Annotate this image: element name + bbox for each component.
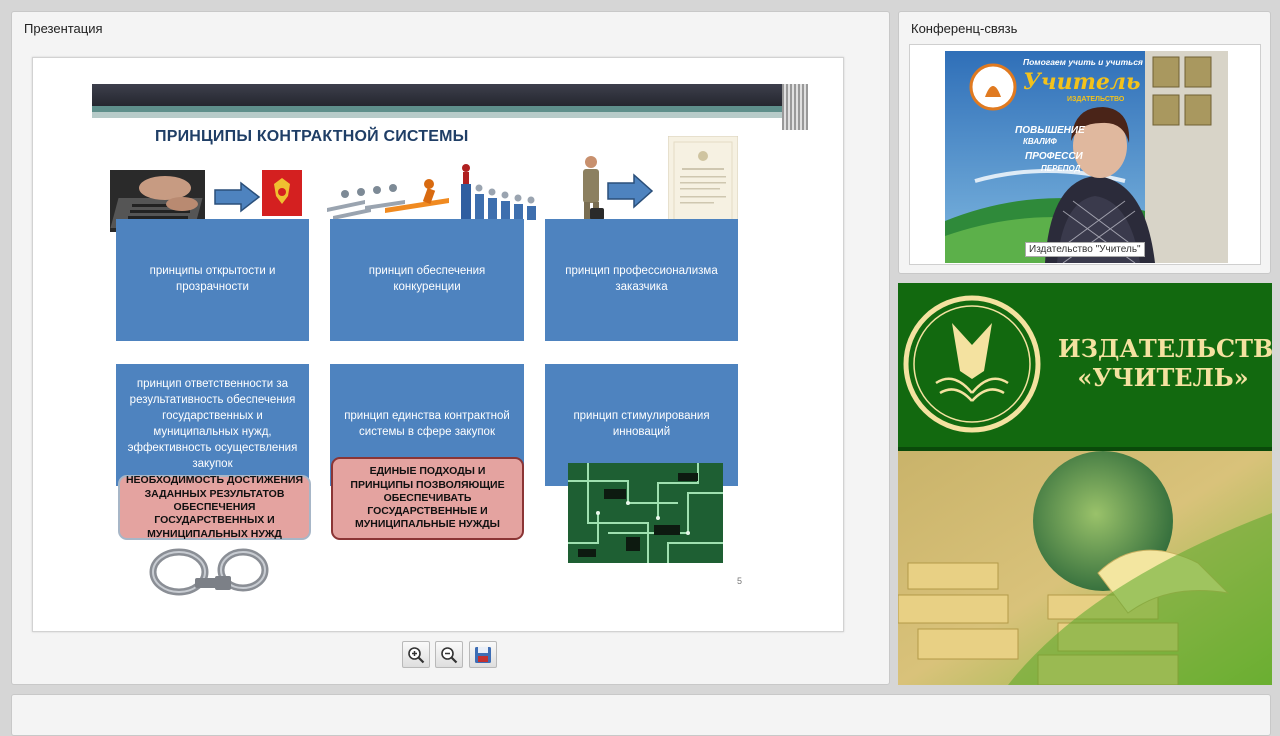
- presentation-panel: Презентация ПРИНЦИПЫ КОНТРАКТНОЙ СИСТЕМЫ: [11, 11, 890, 685]
- pink-box-unified-approaches: ЕДИНЫЕ ПОДХОДЫ И ПРИНЦИПЫ ПОЗВОЛЯЮЩИЕ ОБ…: [331, 457, 524, 540]
- bottom-panel: [11, 694, 1271, 736]
- backdrop-subtitle: ИЗДАТЕЛЬСТВО: [1067, 96, 1125, 103]
- banner-line1: ИЗДАТЕЛЬСТВО: [1058, 334, 1272, 363]
- circuit-board-image: [568, 463, 723, 563]
- competition-image: [327, 179, 449, 220]
- slide-header-fade: [782, 84, 808, 130]
- backdrop-item: ПРОФЕССИ: [1025, 151, 1083, 162]
- arrow-right-icon: [214, 181, 261, 213]
- slide-header-bar: [92, 84, 782, 106]
- zoom-out-button[interactable]: [435, 641, 463, 668]
- zoom-in-button[interactable]: [402, 641, 430, 668]
- banner-line2: «УЧИТЕЛЬ»: [1077, 362, 1249, 392]
- presentation-panel-title: Презентация: [24, 21, 103, 36]
- publisher-banner: ИЗДАТЕЛЬСТВО «УЧИТЕЛЬ»: [898, 283, 1272, 685]
- principle-box-openness: принципы открытости и прозрачности: [116, 219, 309, 341]
- banner-title: ИЗДАТЕЛЬСТВО «УЧИТЕЛЬ»: [1058, 334, 1272, 393]
- slide-page-number: 5: [737, 576, 743, 586]
- pink-box-results: НЕОБХОДИМОСТЬ ДОСТИЖЕНИЯ ЗАДАННЫХ РЕЗУЛЬ…: [118, 474, 311, 540]
- participant-name-label: Издательство "Учитель": [1025, 242, 1145, 257]
- slide-title: ПРИНЦИПЫ КОНТРАКТНОЙ СИСТЕМЫ: [155, 128, 469, 145]
- handcuffs-image: [149, 548, 269, 596]
- backdrop-item: КВАЛИФ: [1023, 137, 1057, 146]
- save-button[interactable]: [469, 641, 497, 668]
- principle-box-competition: принцип обеспечения конкуренции: [330, 219, 524, 341]
- video-feed[interactable]: Помогаем учить и учиться Учитель ИЗДАТЕЛ…: [945, 51, 1228, 263]
- conference-panel-title: Конференц-связь: [911, 21, 1018, 36]
- save-icon: [475, 646, 491, 663]
- backdrop-brand: Учитель: [1023, 69, 1141, 95]
- backdrop-item: ПЕРЕПОД: [1041, 164, 1081, 173]
- backdrop-slogan: Помогаем учить и учиться: [1023, 57, 1143, 67]
- video-frame: Помогаем учить и учиться Учитель ИЗДАТЕЛ…: [909, 44, 1261, 265]
- zoom-out-icon: [441, 646, 458, 663]
- arrow-right-icon: [607, 173, 654, 209]
- backdrop-item: ПОВЫШЕНИЕ: [1015, 125, 1085, 136]
- zoom-in-icon: [408, 646, 425, 663]
- slide: ПРИНЦИПЫ КОНТРАКТНОЙ СИСТЕМЫ принципы от…: [32, 57, 844, 632]
- principle-box-responsibility: принцип ответственности за результативно…: [116, 364, 309, 486]
- slide-header-accent-light: [92, 112, 782, 118]
- leader-bars-image: [461, 164, 536, 220]
- conference-panel: Конференц-связь Помогаем учить и учиться…: [898, 11, 1271, 274]
- principle-box-professionalism: принцип профессионализма заказчика: [545, 219, 738, 341]
- coat-of-arms-emblem: [262, 170, 302, 216]
